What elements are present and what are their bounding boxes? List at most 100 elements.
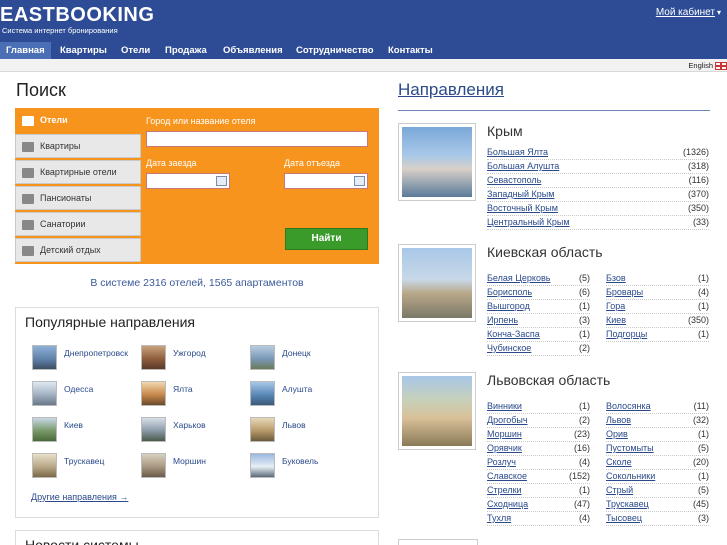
- tab-apart-hotels[interactable]: Квартирные отели: [15, 160, 141, 184]
- system-stats: В системе 2316 отелей, 1565 апартаментов: [90, 277, 304, 289]
- popular-item[interactable]: Алушта: [250, 381, 358, 409]
- nav-ads[interactable]: Объявления: [217, 42, 289, 59]
- list-item[interactable]: Борисполь (6): [487, 286, 590, 300]
- popular-item[interactable]: Трускавец: [32, 453, 140, 481]
- checkout-input[interactable]: [284, 173, 368, 189]
- calendar-icon[interactable]: [354, 176, 365, 186]
- more-destinations-link[interactable]: Другие направления →: [31, 492, 128, 502]
- site-logo[interactable]: EASTBOOKING: [0, 4, 154, 27]
- list-item[interactable]: Большая Ялта (1326): [487, 146, 709, 160]
- nav-sale[interactable]: Продажа: [159, 42, 213, 59]
- list-item[interactable]: Белая Церковь (5): [487, 272, 590, 286]
- my-cabinet-label[interactable]: Мой кабинет: [656, 7, 715, 18]
- list-item[interactable]: Славское (152): [487, 470, 590, 484]
- popular-item[interactable]: Донецк: [250, 345, 358, 373]
- tab-apartments[interactable]: Квартиры: [15, 134, 141, 158]
- city-thumbnail[interactable]: [141, 453, 166, 478]
- city-thumbnail[interactable]: [141, 381, 166, 406]
- list-item[interactable]: Орявчик (16): [487, 442, 590, 456]
- nav-apartments[interactable]: Квартиры: [54, 42, 113, 59]
- city-thumbnail[interactable]: [141, 417, 166, 442]
- list-item[interactable]: Сколе (20): [606, 456, 709, 470]
- list-item[interactable]: Сходница (47): [487, 498, 590, 512]
- nav-home[interactable]: Главная: [0, 42, 51, 59]
- language-link[interactable]: English: [688, 61, 713, 70]
- list-item[interactable]: Винники (1): [487, 400, 590, 414]
- region-photo[interactable]: [398, 244, 476, 322]
- list-item[interactable]: Гора (1): [606, 300, 709, 314]
- popular-item[interactable]: Харьков: [141, 417, 249, 445]
- list-item[interactable]: Конча-Заспа (1): [487, 328, 590, 342]
- city-thumbnail[interactable]: [32, 381, 57, 406]
- list-item[interactable]: Стрелки (1): [487, 484, 590, 498]
- directions-title[interactable]: Направления: [398, 80, 504, 100]
- list-item[interactable]: Подгорцы (1): [606, 328, 709, 342]
- my-cabinet-menu[interactable]: Мой кабинет ▾: [656, 7, 721, 18]
- main-nav: Главная Квартиры Отели Продажа Объявлени…: [0, 42, 727, 59]
- uk-flag-icon[interactable]: [715, 62, 727, 70]
- tab-sanatoriums[interactable]: Санатории: [15, 212, 141, 236]
- region-name: Крым: [487, 123, 523, 139]
- popular-item[interactable]: Ужгород: [141, 345, 249, 373]
- list-item[interactable]: Чубинское (2): [487, 342, 590, 356]
- tab-boarding-houses[interactable]: Пансионаты: [15, 186, 141, 210]
- popular-item[interactable]: Днепропетровск: [32, 345, 140, 373]
- list-item[interactable]: Орив (1): [606, 428, 709, 442]
- calendar-icon[interactable]: [216, 176, 227, 186]
- checkin-label: Дата заезда: [146, 158, 197, 168]
- city-thumbnail[interactable]: [250, 345, 275, 370]
- city-thumbnail[interactable]: [141, 345, 166, 370]
- tab-kids-rest[interactable]: Детский отдых: [15, 238, 141, 262]
- list-item[interactable]: Бзов (1): [606, 272, 709, 286]
- city-thumbnail[interactable]: [32, 453, 57, 478]
- city-thumbnail[interactable]: [250, 381, 275, 406]
- nav-partnership[interactable]: Сотрудничество: [290, 42, 380, 59]
- site-header: EASTBOOKING Система интернет бронировани…: [0, 0, 727, 42]
- list-item[interactable]: Севастополь (116): [487, 174, 709, 188]
- city-thumbnail[interactable]: [32, 417, 57, 442]
- list-item[interactable]: Пустомыты (5): [606, 442, 709, 456]
- list-item[interactable]: Большая Алушта (318): [487, 160, 709, 174]
- list-item[interactable]: Ирпень (3): [487, 314, 590, 328]
- list-item[interactable]: Стрый (5): [606, 484, 709, 498]
- list-item[interactable]: Сокольники (1): [606, 470, 709, 484]
- search-panel: Отели Квартиры Квартирные отели Пансиона…: [15, 108, 379, 264]
- popular-item[interactable]: Одесса: [32, 381, 140, 409]
- city-thumbnail[interactable]: [32, 345, 57, 370]
- popular-item[interactable]: Львов: [250, 417, 358, 445]
- list-item[interactable]: Киев (350): [606, 314, 709, 328]
- region-photo[interactable]: [398, 123, 476, 201]
- popular-item[interactable]: Киев: [32, 417, 140, 445]
- find-button[interactable]: Найти: [285, 228, 368, 250]
- city-input[interactable]: [146, 131, 368, 147]
- city-thumbnail[interactable]: [250, 453, 275, 478]
- nav-hotels[interactable]: Отели: [115, 42, 156, 59]
- list-item[interactable]: Западный Крым (370): [487, 188, 709, 202]
- list-item[interactable]: Центральный Крым (33): [487, 216, 709, 230]
- tab-hotels[interactable]: Отели: [15, 108, 142, 132]
- list-item[interactable]: Бровары (4): [606, 286, 709, 300]
- popular-item[interactable]: Ялта: [141, 381, 249, 409]
- popular-item[interactable]: Буковель: [250, 453, 358, 481]
- region-lviv: Львовская область Винники (1) Дрогобыч (2)…: [398, 372, 710, 532]
- kids-icon: [22, 246, 34, 256]
- list-item[interactable]: Вышгород (1): [487, 300, 590, 314]
- list-item[interactable]: Тухля (4): [487, 512, 590, 526]
- list-item[interactable]: Трускавец (45): [606, 498, 709, 512]
- popular-title: Популярные направления: [25, 314, 196, 330]
- nav-contacts[interactable]: Контакты: [382, 42, 439, 59]
- list-item[interactable]: Восточный Крым (350): [487, 202, 709, 216]
- building-icon: [22, 168, 34, 178]
- list-item[interactable]: Дрогобыч (2): [487, 414, 590, 428]
- list-item[interactable]: Тысовец (3): [606, 512, 709, 526]
- checkin-input[interactable]: [146, 173, 230, 189]
- list-item[interactable]: Розлуч (4): [487, 456, 590, 470]
- list-item[interactable]: Волосянка (11): [606, 400, 709, 414]
- list-item[interactable]: Моршин (23): [487, 428, 590, 442]
- list-item[interactable]: Львов (32): [606, 414, 709, 428]
- city-thumbnail[interactable]: [250, 417, 275, 442]
- news-section: Новости системы: [15, 530, 379, 545]
- popular-item[interactable]: Моршин: [141, 453, 249, 481]
- sanatorium-icon: [22, 220, 34, 230]
- region-photo[interactable]: [398, 372, 476, 450]
